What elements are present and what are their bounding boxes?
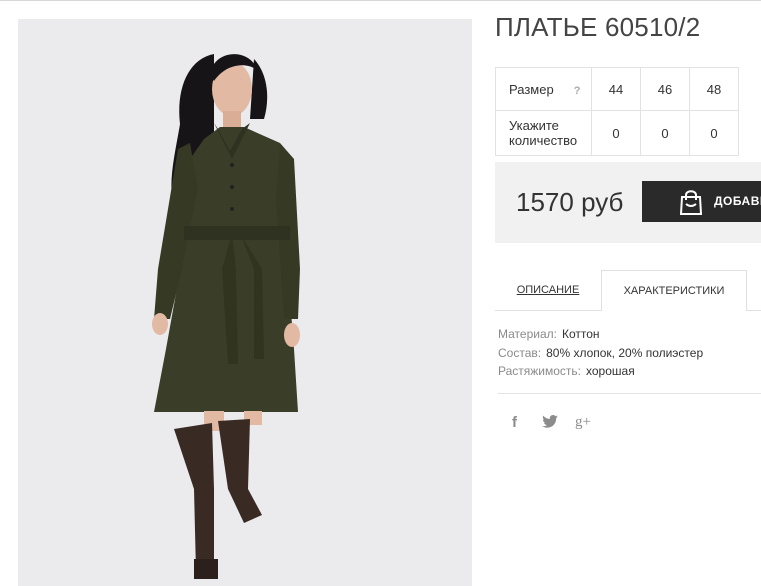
- product-title: ПЛАТЬЕ 60510/2: [495, 12, 701, 42]
- shopping-bag-icon: [679, 190, 703, 215]
- quantity-row: Укажите количество 0 0 0: [495, 110, 739, 156]
- size-48[interactable]: 48: [689, 67, 739, 111]
- spec-key: Материал:: [498, 327, 557, 341]
- spec-value: хорошая: [586, 364, 635, 378]
- size-help-icon[interactable]: ?: [574, 85, 581, 97]
- add-to-cart-button[interactable]: ДОБАВИТЬ В КОРЗИНУ: [642, 181, 761, 222]
- spec-composition: Состав: 80% хлопок, 20% полиэстер: [498, 344, 703, 363]
- size-44[interactable]: 44: [591, 67, 641, 111]
- dress-model-illustration: [152, 54, 300, 579]
- social-divider: [498, 393, 761, 394]
- qty-label: Укажите количество: [509, 118, 578, 148]
- top-divider: [0, 0, 761, 1]
- qty-input-44[interactable]: 0: [591, 110, 641, 156]
- tab-description[interactable]: Описание: [495, 270, 601, 311]
- twitter-bird-icon: [542, 415, 558, 428]
- spec-key: Растяжимость:: [498, 364, 582, 378]
- size-46[interactable]: 46: [640, 67, 690, 111]
- product-photo[interactable]: [18, 19, 472, 586]
- purchase-bar: 1570 руб ДОБАВИТЬ В КОРЗИНУ: [495, 162, 761, 243]
- spec-material: Материал: Коттон: [498, 325, 703, 344]
- characteristics-list: Материал: Коттон Состав: 80% хлопок, 20% п…: [498, 325, 703, 381]
- tab-characteristics[interactable]: Характеристики: [601, 270, 747, 311]
- size-label: Размер: [509, 81, 554, 97]
- tab-underline-end: [747, 310, 761, 311]
- size-label-cell: Размер?: [495, 67, 592, 111]
- price: 1570 руб: [516, 187, 624, 217]
- add-to-cart-label: ДОБАВИТЬ В КОРЗИНУ: [714, 194, 761, 208]
- qty-input-46[interactable]: 0: [640, 110, 690, 156]
- qty-input-48[interactable]: 0: [689, 110, 739, 156]
- twitter-icon[interactable]: [542, 414, 558, 432]
- spec-key: Состав:: [498, 345, 542, 360]
- product-tabs: Описание Характеристики: [495, 270, 761, 311]
- qty-label-cell: Укажите количество: [495, 110, 592, 156]
- tab-underline: [495, 310, 601, 311]
- facebook-icon[interactable]: f: [512, 414, 517, 431]
- spec-value: 80% хлопок, 20% полиэстер: [546, 345, 704, 360]
- size-quantity-table: Размер? 44 46 48 Укажите количество 0 0 …: [495, 67, 739, 156]
- size-row: Размер? 44 46 48: [495, 67, 739, 111]
- spec-value: Коттон: [561, 327, 600, 341]
- spec-stretch: Растяжимость: хорошая: [498, 362, 703, 381]
- google-plus-icon[interactable]: g+: [575, 414, 591, 431]
